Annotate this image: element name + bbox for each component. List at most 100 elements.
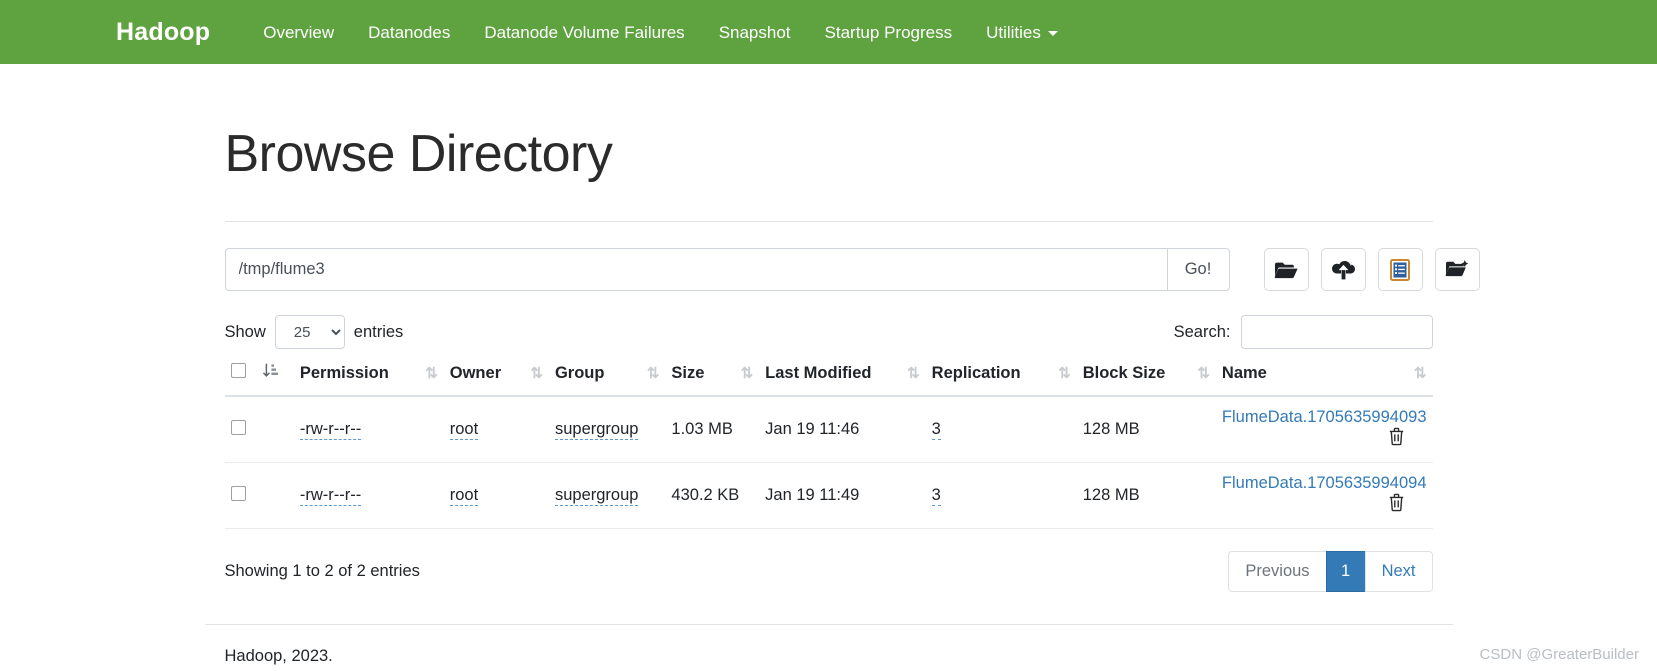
row-select-cell[interactable]: [224, 462, 257, 530]
page-footer: Hadoop, 2023.: [224, 647, 333, 666]
group-value[interactable]: supergroup: [554, 420, 639, 441]
sort-amount-down-icon: [262, 363, 279, 382]
table-header-row: Permission ⇅ Owner ⇅ Group ⇅ Size ⇅ Last…: [224, 363, 1433, 398]
show-label: Show: [224, 322, 266, 341]
datatable-controls: Show 2550100 entries Search:: [224, 315, 1433, 350]
nav-item-utilities-label: Utilities: [986, 22, 1041, 42]
title-divider: [224, 221, 1433, 223]
cell-size: 430.2 KB: [665, 462, 760, 530]
cell-block-size: 128 MB: [1076, 396, 1216, 464]
chevron-down-icon: [1047, 30, 1058, 36]
nav-item-snapshot[interactable]: Snapshot: [702, 14, 808, 51]
pagination: Previous 1 Next: [1228, 551, 1433, 593]
row-checkbox[interactable]: [230, 419, 246, 435]
th-size-label: Size: [671, 364, 705, 383]
th-name[interactable]: Name ⇅: [1215, 363, 1433, 398]
pagination-previous[interactable]: Previous: [1228, 551, 1327, 593]
nav-links: Overview Datanodes Datanode Volume Failu…: [246, 14, 1075, 51]
new-directory-button[interactable]: [1434, 248, 1480, 292]
th-permission-label: Permission: [299, 364, 389, 383]
go-button[interactable]: Go!: [1166, 248, 1230, 292]
sort-icon: ⇅: [740, 365, 754, 383]
cell-permission[interactable]: -rw-r--r--: [293, 396, 444, 464]
sort-icon: ⇅: [1413, 365, 1427, 383]
pagination-page-1[interactable]: 1: [1325, 551, 1366, 593]
list-details-button[interactable]: [1377, 248, 1423, 292]
cell-permission[interactable]: -rw-r--r--: [293, 462, 444, 530]
table-row: -rw-r--r-- root supergroup 1.03 MB Jan 1…: [224, 396, 1433, 464]
footer-divider: [204, 624, 1453, 626]
th-select-all[interactable]: [224, 363, 257, 398]
clipboard-list-icon: [1390, 258, 1410, 281]
open-folder-button[interactable]: [1263, 248, 1309, 292]
watermark: CSDN @GreaterBuilder: [1479, 646, 1639, 663]
th-size[interactable]: Size ⇅: [665, 363, 760, 398]
nav-item-overview[interactable]: Overview: [246, 14, 351, 51]
cell-group[interactable]: supergroup: [548, 462, 666, 530]
replication-value[interactable]: 3: [931, 486, 941, 507]
delete-button[interactable]: [1388, 493, 1405, 517]
cell-last-modified: Jan 19 11:46: [759, 396, 926, 464]
th-replication[interactable]: Replication ⇅: [925, 363, 1077, 398]
nav-item-datanodes[interactable]: Datanodes: [351, 14, 467, 51]
datatable-footer: Showing 1 to 2 of 2 entries Previous 1 N…: [224, 551, 1433, 593]
nav-item-datanode-volume-failures[interactable]: Datanode Volume Failures: [467, 14, 701, 51]
page-container: Browse Directory Go!: [109, 125, 1549, 666]
cell-owner[interactable]: root: [443, 462, 549, 530]
cell-name[interactable]: FlumeData.1705635994094: [1215, 462, 1433, 530]
new-folder-icon: [1445, 259, 1469, 280]
brand-hadoop[interactable]: Hadoop: [116, 19, 210, 45]
select-all-checkbox[interactable]: [230, 363, 246, 379]
permission-value[interactable]: -rw-r--r--: [299, 486, 362, 507]
upload-icon: [1331, 259, 1356, 280]
sort-icon: ⇅: [907, 365, 920, 383]
path-action-buttons: [1263, 248, 1480, 292]
path-bar: Go!: [224, 248, 1480, 292]
th-replication-label: Replication: [931, 364, 1021, 383]
entries-info: Showing 1 to 2 of 2 entries: [224, 562, 420, 581]
th-block-size[interactable]: Block Size ⇅: [1076, 363, 1216, 398]
cell-owner[interactable]: root: [443, 396, 549, 464]
file-link[interactable]: FlumeData.1705635994093: [1222, 408, 1427, 426]
pagination-next[interactable]: Next: [1364, 551, 1433, 593]
cell-size: 1.03 MB: [665, 396, 760, 464]
row-select-cell[interactable]: [224, 396, 257, 464]
th-owner-label: Owner: [449, 364, 502, 383]
files-table-head: Permission ⇅ Owner ⇅ Group ⇅ Size ⇅ Last…: [224, 363, 1433, 398]
delete-button[interactable]: [1388, 427, 1405, 451]
permission-value[interactable]: -rw-r--r--: [299, 420, 362, 441]
search-input[interactable]: [1240, 315, 1433, 350]
th-sort-all[interactable]: [256, 363, 294, 398]
upload-button[interactable]: [1320, 248, 1366, 292]
files-table-body: -rw-r--r-- root supergroup 1.03 MB Jan 1…: [224, 396, 1433, 530]
file-link[interactable]: FlumeData.1705635994094: [1222, 474, 1427, 492]
replication-value[interactable]: 3: [931, 420, 941, 441]
row-checkbox[interactable]: [230, 485, 246, 501]
table-row: -rw-r--r-- root supergroup 430.2 KB Jan …: [224, 462, 1433, 530]
search-label: Search:: [1173, 322, 1231, 341]
th-last-modified[interactable]: Last Modified ⇅: [759, 363, 926, 398]
th-group[interactable]: Group ⇅: [548, 363, 666, 398]
row-spacer-cell: [256, 396, 294, 464]
owner-value[interactable]: root: [449, 486, 479, 507]
cell-group[interactable]: supergroup: [548, 396, 666, 464]
cell-name[interactable]: FlumeData.1705635994093: [1215, 396, 1433, 464]
th-permission[interactable]: Permission ⇅: [293, 363, 444, 398]
th-group-label: Group: [554, 364, 605, 383]
th-name-label: Name: [1221, 364, 1267, 383]
search-control: Search:: [1173, 315, 1433, 350]
nav-item-utilities[interactable]: Utilities: [969, 14, 1075, 51]
owner-value[interactable]: root: [449, 420, 479, 441]
files-table: Permission ⇅ Owner ⇅ Group ⇅ Size ⇅ Last…: [224, 363, 1433, 530]
directory-path-input[interactable]: [224, 248, 1167, 292]
sort-icon: ⇅: [646, 365, 660, 383]
cell-replication[interactable]: 3: [925, 396, 1077, 464]
group-value[interactable]: supergroup: [554, 486, 639, 507]
cell-replication[interactable]: 3: [925, 462, 1077, 530]
sort-icon: ⇅: [1197, 365, 1210, 383]
page-length-select[interactable]: 2550100: [274, 315, 345, 350]
open-folder-icon: [1274, 260, 1298, 280]
th-owner[interactable]: Owner ⇅: [443, 363, 549, 398]
sort-icon: ⇅: [1058, 365, 1071, 383]
nav-item-startup-progress[interactable]: Startup Progress: [808, 14, 970, 51]
